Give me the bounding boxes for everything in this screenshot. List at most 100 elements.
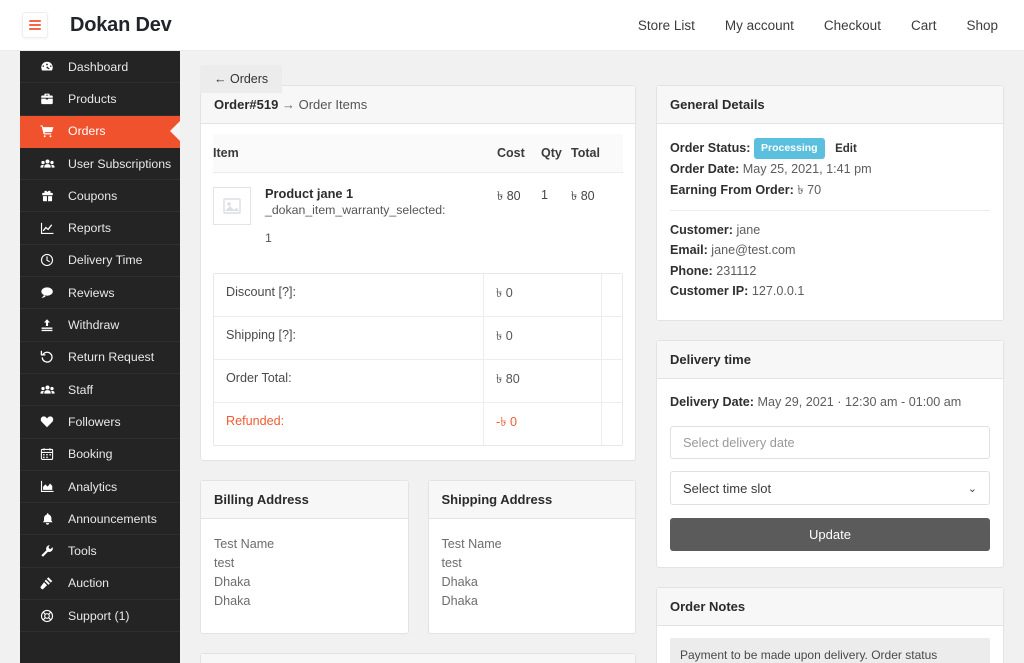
sidebar-item-reports[interactable]: Reports — [20, 212, 180, 245]
sidebar-item-delivery-time[interactable]: Delivery Time — [20, 245, 180, 278]
nav-link-my-account[interactable]: My account — [725, 18, 794, 33]
time-slot-select[interactable]: Select time slot ⌄ — [670, 471, 990, 506]
total-value: ৳ 0 — [484, 274, 602, 316]
lifebuoy-icon — [37, 609, 57, 623]
status-badge[interactable]: Processing — [753, 138, 825, 160]
users-icon — [37, 383, 57, 397]
downloadable-permission-panel: Downloadable Product Permission — [200, 652, 636, 663]
image-placeholder-icon — [213, 187, 251, 225]
undo-icon — [37, 350, 57, 364]
edit-status-link[interactable]: Edit — [835, 143, 857, 155]
customer-value: jane — [736, 222, 761, 237]
main-column: ← Orders Order#519 → Order Items Item Co… — [200, 51, 636, 663]
heart-icon — [37, 415, 57, 428]
sidebar-item-tools[interactable]: Tools — [20, 535, 180, 568]
downloadable-permission-title: Downloadable Product Permission — [201, 653, 635, 663]
product-thumbnail-cell — [213, 173, 265, 256]
hamburger-icon[interactable] — [22, 12, 48, 38]
sidebar-item-staff[interactable]: Staff — [20, 374, 180, 407]
order-items-table-wrap: Item Cost Qty Total Product jane 1 _doka… — [201, 124, 635, 255]
phone-label: Phone: — [670, 263, 713, 278]
chevron-down-icon: ⌄ — [967, 482, 977, 495]
sidebar-item-label: Return Request — [68, 350, 155, 365]
cell-cost: ৳ 80 — [497, 189, 521, 203]
order-date-row: Order Date: May 25, 2021, 1:41 pm — [670, 159, 990, 179]
sidebar-item-dashboard[interactable]: Dashboard — [20, 51, 180, 84]
sidebar-item-products[interactable]: Products — [20, 83, 180, 116]
product-meta-value: 1 — [265, 231, 272, 245]
chart-line-icon — [37, 222, 57, 235]
delivery-date-label: Delivery Date: — [670, 394, 754, 409]
sidebar-item-announcements[interactable]: Announcements — [20, 503, 180, 536]
shipping-address-column: Shipping Address Test Name test Dhaka Dhaka — [427, 480, 636, 653]
billing-address-title: Billing Address — [201, 481, 408, 519]
nav-link-cart[interactable]: Cart — [911, 18, 937, 33]
divider — [670, 209, 990, 211]
total-spacer — [602, 403, 622, 445]
delivery-time-body: Delivery Date: May 29, 2021 · 12:30 am -… — [657, 379, 1003, 568]
order-date-value: May 25, 2021, 1:41 pm — [742, 162, 872, 177]
top-bar: Dokan Dev Store List My account Checkout… — [0, 0, 1024, 51]
product-info-cell: Product jane 1 _dokan_item_warranty_sele… — [265, 173, 497, 256]
sidebar-item-user-subscriptions[interactable]: User Subscriptions — [20, 148, 180, 181]
tab-row: ← Orders — [200, 51, 636, 93]
email-row: Email: jane@test.com — [670, 240, 990, 260]
product-name: Product jane 1 — [265, 186, 354, 201]
sidebar-item-booking[interactable]: Booking — [20, 439, 180, 471]
sidebar-item-label: Auction — [68, 576, 110, 591]
update-button[interactable]: Update — [670, 518, 990, 552]
nav-link-shop[interactable]: Shop — [966, 18, 998, 33]
customer-row: Customer: jane — [670, 220, 990, 240]
time-slot-selected-value: Select time slot — [683, 480, 772, 496]
sidebar-item-auction[interactable]: Auction — [20, 568, 180, 601]
sidebar-item-label: Followers — [68, 414, 121, 429]
delivery-date-input[interactable]: Select delivery date — [670, 426, 990, 460]
total-label: Refunded: — [214, 403, 484, 445]
cart-icon — [37, 124, 57, 138]
sidebar-item-label: Reviews — [68, 285, 115, 300]
table-header-row: Item Cost Qty Total — [213, 134, 623, 173]
order-status-row: Order Status: Processing Edit — [670, 138, 990, 160]
nav-link-store-list[interactable]: Store List — [638, 18, 695, 33]
billing-address-column: Billing Address Test Name test Dhaka Dhaka — [200, 480, 409, 653]
sidebar-item-return-request[interactable]: Return Request — [20, 342, 180, 374]
breadcrumb-arrow: → — [281, 97, 295, 112]
order-number: Order#519 — [214, 97, 279, 112]
sidebar-item-label: Staff — [68, 382, 94, 397]
cell-qty: 1 — [541, 188, 548, 202]
sidebar-item-followers[interactable]: Followers — [20, 406, 180, 439]
earning-row: Earning From Order: ৳ 70 — [670, 180, 990, 200]
sidebar-item-label: Delivery Time — [68, 253, 143, 268]
delivery-date-row: Delivery Date: May 29, 2021 · 12:30 am -… — [670, 393, 990, 413]
top-navigation: Store List My account Checkout Cart Shop — [638, 18, 998, 33]
sidebar-item-coupons[interactable]: Coupons — [20, 180, 180, 213]
bell-icon — [37, 512, 57, 526]
order-date-label: Order Date: — [670, 162, 740, 177]
customer-ip-label: Customer IP: — [670, 284, 749, 299]
calendar-icon — [37, 447, 57, 461]
users-icon — [37, 157, 57, 171]
general-details-panel: General Details Order Status: Processing… — [656, 85, 1004, 321]
address-line: Test Name — [441, 537, 502, 551]
order-totals: Discount [?]: ৳ 0 Shipping [?]: ৳ 0 Order To… — [213, 273, 623, 446]
back-to-orders-tab[interactable]: ← Orders — [200, 65, 283, 93]
sidebar-item-label: Coupons — [68, 188, 118, 203]
sidebar-item-orders[interactable]: Orders — [20, 115, 180, 148]
col-total: Total — [571, 134, 623, 173]
customer-ip-value: 127.0.0.1 — [751, 284, 805, 299]
customer-label: Customer: — [670, 222, 733, 237]
address-line: test — [214, 555, 235, 570]
nav-link-checkout[interactable]: Checkout — [824, 18, 881, 33]
sidebar-item-reviews[interactable]: Reviews — [20, 277, 180, 310]
briefcase-icon — [37, 92, 57, 106]
cell-total: ৳ 80 — [571, 189, 595, 203]
sidebar-item-withdraw[interactable]: Withdraw — [20, 309, 180, 342]
sidebar-item-support-1[interactable]: Support (1) — [20, 600, 180, 633]
sidebar-item-label: Booking — [68, 447, 113, 462]
sidebar-item-label: Dashboard — [68, 59, 129, 74]
list-item: Payment to be made upon delivery. Order … — [670, 638, 990, 663]
order-notes-body: Payment to be made upon delivery. Order … — [657, 626, 1003, 663]
shipping-address-body: Test Name test Dhaka Dhaka — [429, 519, 636, 633]
sidebar-item-analytics[interactable]: Analytics — [20, 471, 180, 504]
sidebar-item-label: User Subscriptions — [68, 156, 172, 171]
